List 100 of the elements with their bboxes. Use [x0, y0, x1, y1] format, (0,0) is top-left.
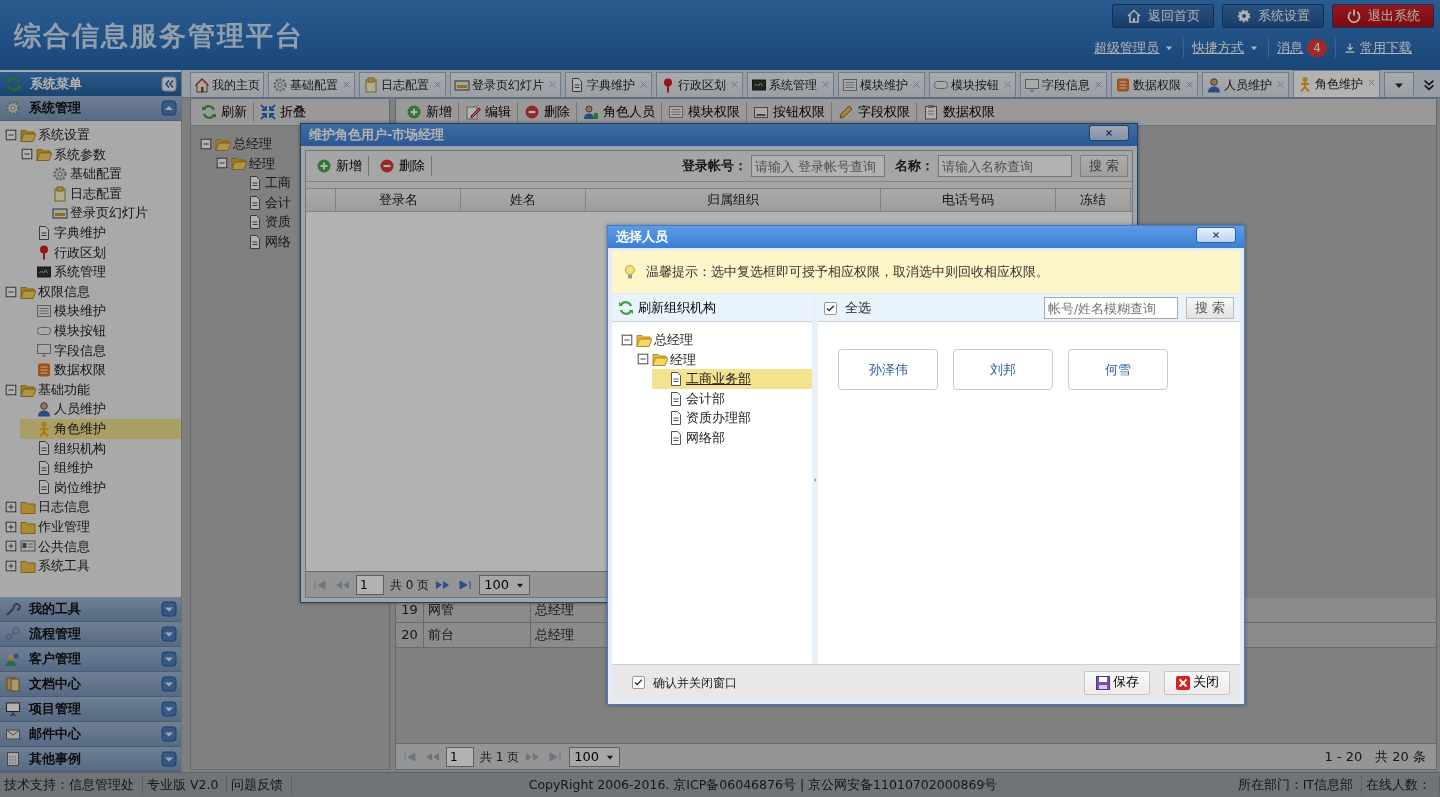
page-size-select[interactable]: 100: [569, 746, 621, 767]
tab[interactable]: 角色维护: [1293, 70, 1380, 97]
tree-item[interactable]: 日志配置: [36, 183, 181, 204]
toolbar-button[interactable]: 新增: [400, 102, 459, 122]
tree-item[interactable]: 基础功能: [4, 379, 181, 400]
search-field[interactable]: 帐号/姓名模糊查询: [1044, 297, 1178, 319]
person-button[interactable]: 何雪: [1068, 349, 1168, 390]
messages-link[interactable]: 消息: [1277, 38, 1304, 58]
tree-item[interactable]: 总经理: [199, 134, 272, 154]
toolbar-button[interactable]: 角色人员: [577, 102, 662, 122]
tab[interactable]: 字典维护: [565, 72, 652, 97]
tab[interactable]: 字段信息: [1020, 72, 1107, 97]
search-button[interactable]: 搜 索: [1186, 297, 1234, 319]
tree-item[interactable]: 角色维护: [20, 418, 181, 439]
toolbar-button[interactable]: 编辑: [459, 102, 518, 122]
tab[interactable]: 模块维护: [838, 72, 925, 97]
header-button[interactable]: 返回首页: [1112, 4, 1214, 28]
expand-toggle-icon: [4, 558, 18, 573]
tree-item[interactable]: 工商业务部: [652, 369, 812, 389]
accordion-header[interactable]: 其他事例: [0, 747, 181, 772]
tree-item[interactable]: 系统管理: [20, 262, 181, 282]
tree-item[interactable]: 网络部: [652, 427, 812, 448]
page-number-field[interactable]: 1: [356, 574, 384, 595]
header-button[interactable]: 退出系统: [1332, 4, 1434, 28]
tree-item[interactable]: 网络: [231, 231, 291, 252]
toolbar-button[interactable]: 数据权限: [917, 102, 1001, 122]
accordion-header[interactable]: 邮件中心: [0, 722, 181, 747]
close-button[interactable]: 关闭: [1164, 670, 1230, 695]
tab[interactable]: 数据权限: [1111, 72, 1198, 97]
tree-item[interactable]: 行政区划: [20, 242, 181, 263]
select-all-checkbox[interactable]: 全选: [824, 298, 871, 318]
tree-item[interactable]: 会计: [231, 192, 291, 213]
tree-item[interactable]: 岗位维护: [20, 477, 181, 498]
tree-item[interactable]: 会计部: [652, 388, 812, 409]
search-field[interactable]: 请输入 登录帐号查询: [751, 155, 885, 177]
customers-icon: [5, 651, 21, 667]
tree-item[interactable]: 工商: [231, 173, 291, 193]
accordion-header[interactable]: 项目管理: [0, 697, 181, 722]
toolbar-button[interactable]: 新增: [310, 156, 369, 176]
download-link[interactable]: 常用下载: [1335, 38, 1420, 58]
tree-item[interactable]: 权限信息: [4, 281, 181, 302]
toolbar-button[interactable]: 删除: [518, 102, 577, 122]
tab[interactable]: 行政区划: [656, 72, 743, 97]
save-button[interactable]: 保存: [1084, 670, 1150, 695]
accordion-header[interactable]: 流程管理: [0, 622, 181, 647]
collapse-icon: [260, 104, 276, 120]
tree-item[interactable]: 日志信息: [4, 497, 181, 517]
tab[interactable]: 模块按钮: [929, 72, 1016, 97]
close-button[interactable]: [1196, 227, 1236, 243]
dropdown-link[interactable]: 快捷方式: [1183, 38, 1269, 58]
toolbar-button[interactable]: 字段权限: [832, 102, 917, 122]
toolbar-button[interactable]: 按钮权限: [747, 102, 832, 122]
tree-item[interactable]: 字段信息: [20, 340, 181, 361]
tab[interactable]: 登录页幻灯片: [450, 72, 561, 97]
check-icon: [633, 677, 644, 688]
toolbar-button[interactable]: 刷新: [195, 102, 254, 122]
search-button[interactable]: 搜 索: [1080, 155, 1128, 177]
page-number-field[interactable]: 1: [446, 746, 474, 767]
documents-icon: [5, 676, 21, 692]
tree-item[interactable]: 公共信息: [4, 536, 181, 557]
tree-item[interactable]: 系统设置: [4, 125, 181, 145]
tree-item[interactable]: 经理: [636, 349, 812, 370]
page-size-select[interactable]: 100: [479, 574, 531, 595]
refresh-button[interactable]: 刷新组织机构: [618, 298, 716, 318]
tree-item[interactable]: 字典维护: [20, 222, 181, 243]
tree-item[interactable]: 基础配置: [36, 164, 181, 184]
tree-item[interactable]: 组维护: [20, 458, 181, 478]
tree-item[interactable]: 组织机构: [20, 438, 181, 459]
confirm-checkbox[interactable]: 确认并关闭窗口: [632, 673, 737, 692]
tree-item[interactable]: 系统工具: [4, 556, 181, 576]
tree-item[interactable]: 资质: [231, 212, 291, 232]
accordion-header[interactable]: 我的工具: [0, 597, 181, 622]
tree-item[interactable]: 经理: [215, 153, 275, 174]
tree-item[interactable]: 资质办理部: [652, 408, 812, 428]
tab[interactable]: 基础配置: [268, 72, 355, 97]
tree-item[interactable]: 登录页幻灯片: [36, 203, 181, 223]
tree-item[interactable]: 人员维护: [20, 399, 181, 419]
tree-item[interactable]: 数据权限: [20, 360, 181, 380]
toolbar-button[interactable]: 折叠: [254, 102, 312, 122]
toolbar-button[interactable]: 删除: [373, 156, 432, 176]
tab[interactable]: 日志配置: [359, 72, 446, 97]
tree-item[interactable]: 总经理: [620, 330, 812, 350]
person-button[interactable]: 孙泽伟: [838, 349, 938, 390]
tab-list-button[interactable]: [1384, 72, 1414, 97]
tree-item[interactable]: 作业管理: [4, 516, 181, 537]
tab[interactable]: 系统管理: [747, 72, 834, 97]
tab[interactable]: 我的主页: [190, 72, 264, 97]
person-button[interactable]: 刘邦: [953, 349, 1053, 390]
tree-item[interactable]: 系统参数: [20, 144, 181, 165]
accordion-header[interactable]: 文档中心: [0, 672, 181, 697]
dropdown-link[interactable]: 超级管理员: [1086, 38, 1184, 58]
accordion-header[interactable]: 客户管理: [0, 647, 181, 672]
close-button[interactable]: [1089, 125, 1129, 141]
toolbar-button[interactable]: 模块权限: [662, 102, 747, 122]
tree-item[interactable]: 模块维护: [20, 301, 181, 321]
search-field[interactable]: 请输入名称查询: [938, 155, 1072, 177]
header-button[interactable]: 系统设置: [1222, 4, 1324, 28]
tree-item[interactable]: 模块按钮: [20, 320, 181, 341]
accordion-header[interactable]: 系统管理: [0, 96, 181, 121]
tab[interactable]: 人员维护: [1202, 72, 1289, 97]
